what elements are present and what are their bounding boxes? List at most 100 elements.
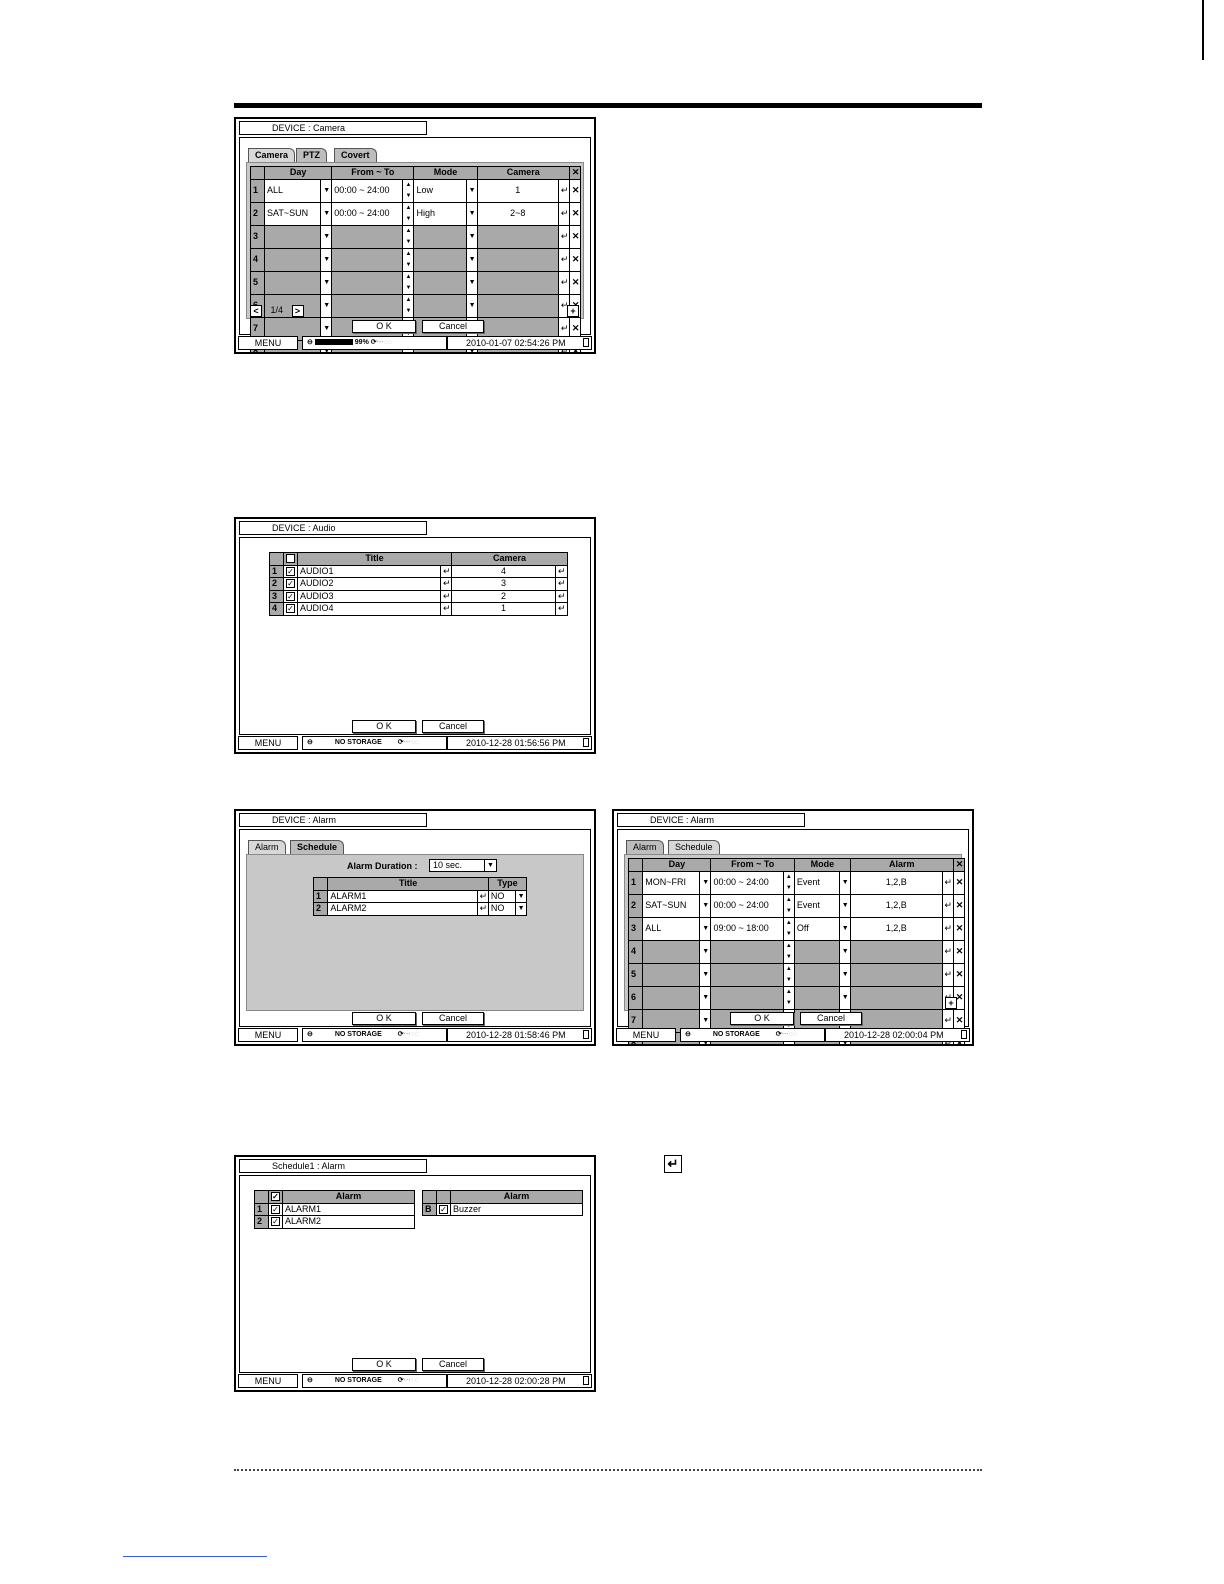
ok-button[interactable]: O K xyxy=(352,720,416,733)
mode-field[interactable] xyxy=(413,247,467,272)
chevron-down-icon[interactable]: ▼ xyxy=(514,889,528,903)
enter-icon[interactable]: ↵ xyxy=(941,962,954,987)
cancel-button[interactable]: Cancel xyxy=(422,1012,484,1025)
spinner-icon[interactable]: ▲▼ xyxy=(402,247,415,272)
chevron-down-icon[interactable]: ▼ xyxy=(699,870,712,895)
alarm-field[interactable] xyxy=(849,962,943,987)
close-icon[interactable]: ✕ xyxy=(952,939,966,964)
type-field[interactable]: NO xyxy=(487,889,516,903)
ok-button[interactable]: O K xyxy=(352,1012,416,1025)
chevron-down-icon[interactable]: ▼ xyxy=(320,293,333,318)
mode-field[interactable]: High xyxy=(413,201,467,226)
chevron-down-icon[interactable]: ▼ xyxy=(514,902,528,916)
select-all-checkbox[interactable] xyxy=(436,1190,451,1204)
chevron-down-icon[interactable]: ▼ xyxy=(699,916,712,941)
mode-field[interactable] xyxy=(413,224,467,249)
ok-button[interactable]: O K xyxy=(352,320,416,333)
select-all-checkbox[interactable]: ✓ xyxy=(268,1190,283,1204)
chevron-down-icon[interactable]: ▼ xyxy=(838,870,851,895)
type-field[interactable]: NO xyxy=(487,902,516,916)
title-field[interactable]: AUDIO4 xyxy=(297,602,441,616)
day-field[interactable] xyxy=(264,224,322,249)
delete-all-button[interactable]: ✕ xyxy=(952,858,966,872)
mode-field[interactable]: Event xyxy=(793,893,840,918)
day-field[interactable]: ALL xyxy=(264,178,322,203)
camera-field[interactable]: 2~8 xyxy=(476,201,559,226)
title-field[interactable]: ALARM2 xyxy=(327,902,478,916)
menu-button[interactable]: MENU xyxy=(238,1028,298,1042)
mode-field[interactable] xyxy=(413,293,467,318)
mode-field[interactable]: Off xyxy=(793,916,840,941)
checkbox[interactable]: ✓ xyxy=(283,564,298,578)
time-range-field[interactable] xyxy=(331,293,404,318)
alarm-field[interactable]: 1,2,B xyxy=(849,893,943,918)
select-all-checkbox[interactable] xyxy=(283,552,298,566)
close-icon[interactable]: ✕ xyxy=(568,224,582,249)
tab-ptz[interactable]: PTZ xyxy=(296,148,327,162)
enter-icon[interactable]: ↵ xyxy=(440,602,452,616)
title-field[interactable]: AUDIO3 xyxy=(297,589,441,603)
spinner-icon[interactable]: ▲▼ xyxy=(782,893,795,918)
close-icon[interactable]: ✕ xyxy=(952,962,966,987)
cancel-button[interactable]: Cancel xyxy=(800,1012,862,1025)
alarm-field[interactable]: 1,2,B xyxy=(849,916,943,941)
spinner-icon[interactable]: ▲▼ xyxy=(402,201,415,226)
tab-camera[interactable]: Camera xyxy=(248,148,296,162)
camera-field[interactable]: 3 xyxy=(451,577,556,591)
add-row-button[interactable]: + xyxy=(567,305,579,317)
tab-schedule[interactable]: Schedule xyxy=(668,840,720,854)
camera-field[interactable]: 1 xyxy=(451,602,556,616)
camera-field[interactable] xyxy=(476,247,559,272)
time-range-field[interactable] xyxy=(331,270,404,295)
add-row-button[interactable]: + xyxy=(945,997,957,1009)
camera-field[interactable]: 4 xyxy=(451,564,556,578)
time-range-field[interactable]: 00:00 ~ 24:00 xyxy=(710,893,784,918)
spinner-icon[interactable]: ▲▼ xyxy=(782,939,795,964)
time-range-field[interactable]: 00:00 ~ 24:00 xyxy=(331,201,404,226)
spinner-icon[interactable]: ▲▼ xyxy=(402,270,415,295)
spinner-icon[interactable]: ▲▼ xyxy=(402,224,415,249)
spinner-icon[interactable]: ▲▼ xyxy=(402,178,415,203)
day-field[interactable] xyxy=(642,962,701,987)
day-field[interactable]: SAT~SUN xyxy=(264,201,322,226)
ok-button[interactable]: O K xyxy=(352,1358,416,1371)
camera-field[interactable] xyxy=(476,293,559,318)
spinner-icon[interactable]: ▲▼ xyxy=(782,916,795,941)
chevron-down-icon[interactable]: ▼ xyxy=(465,247,478,272)
chevron-down-icon[interactable]: ▼ xyxy=(465,178,478,203)
time-range-field[interactable] xyxy=(710,985,784,1010)
close-icon[interactable]: ✕ xyxy=(952,916,966,941)
time-range-field[interactable] xyxy=(331,247,404,272)
enter-icon[interactable]: ↵ xyxy=(557,270,570,295)
title-field[interactable]: ALARM1 xyxy=(327,889,478,903)
checkbox[interactable]: ✓ xyxy=(283,589,298,603)
time-range-field[interactable]: 00:00 ~ 24:00 xyxy=(710,870,784,895)
checkbox[interactable]: ✓ xyxy=(268,1215,283,1229)
enter-icon[interactable]: ↵ xyxy=(555,589,568,603)
time-range-field[interactable]: 09:00 ~ 18:00 xyxy=(710,916,784,941)
time-range-field[interactable] xyxy=(710,939,784,964)
delete-all-button[interactable]: ✕ xyxy=(568,166,582,180)
cancel-button[interactable]: Cancel xyxy=(422,320,484,333)
camera-field[interactable] xyxy=(476,270,559,295)
chevron-down-icon[interactable]: ▼ xyxy=(465,293,478,318)
alarm-duration-select[interactable]: 10 sec. ▼ xyxy=(429,859,497,872)
cancel-button[interactable]: Cancel xyxy=(422,720,484,733)
close-icon[interactable]: ✕ xyxy=(952,893,966,918)
chevron-down-icon[interactable]: ▼ xyxy=(320,247,333,272)
day-field[interactable] xyxy=(264,247,322,272)
spinner-icon[interactable]: ▲▼ xyxy=(782,870,795,895)
camera-field[interactable]: 2 xyxy=(451,589,556,603)
checkbox[interactable]: ✓ xyxy=(283,577,298,591)
tab-schedule[interactable]: Schedule xyxy=(290,840,345,854)
enter-icon[interactable]: ↵ xyxy=(555,602,568,616)
enter-icon[interactable]: ↵ xyxy=(557,178,570,203)
chevron-down-icon[interactable]: ▼ xyxy=(465,270,478,295)
day-field[interactable] xyxy=(642,985,701,1010)
enter-icon[interactable]: ↵ xyxy=(440,564,452,578)
spinner-icon[interactable]: ▲▼ xyxy=(402,293,415,318)
menu-button[interactable]: MENU xyxy=(616,1028,676,1042)
next-page-button[interactable]: > xyxy=(291,305,304,317)
menu-button[interactable]: MENU xyxy=(238,1374,298,1388)
close-icon[interactable]: ✕ xyxy=(568,178,582,203)
